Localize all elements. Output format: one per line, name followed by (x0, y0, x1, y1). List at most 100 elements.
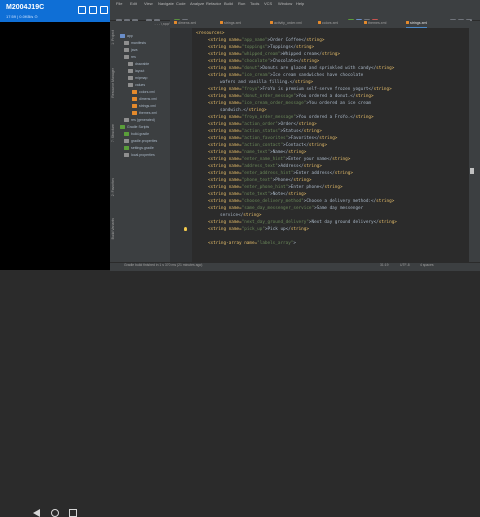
menu-vcs[interactable]: VCS (264, 1, 272, 6)
code-line[interactable]: <string name="phone_text">Phone</string> (208, 177, 312, 184)
menu-edit[interactable]: Edit (130, 1, 137, 6)
code-name: "donut_order_message" (241, 94, 296, 99)
code-line[interactable]: <string name="enter_phone_hint">Enter ph… (208, 184, 343, 191)
side-tab-1[interactable]: Resource Manager (111, 68, 115, 98)
code-line[interactable]: <string name="name_text">Name</string> (208, 149, 306, 156)
menu-code[interactable]: Code (176, 1, 186, 6)
tree-item[interactable]: themes.xml (118, 111, 170, 116)
code-line[interactable]: <string name="ice_cream">Ice cream sandw… (208, 72, 363, 79)
code-text: >Enter address</ (293, 171, 335, 176)
code-line[interactable]: <string name="action_order">Order</strin… (208, 121, 317, 128)
code-line[interactable]: <string name="chocolate">Chocolate</stri… (208, 58, 319, 65)
code-line[interactable]: <string-array name="labels_array"> (208, 240, 296, 247)
code-line[interactable]: <string name="same_day_messenger_service… (208, 205, 363, 212)
xml-file-icon (132, 104, 137, 108)
side-tab-4[interactable]: Build Variants (111, 218, 115, 239)
tree-item[interactable]: manifests (118, 41, 170, 46)
tab-5[interactable]: strings.xml (406, 21, 428, 28)
code-line[interactable]: <string name="froyo_order_message">You o… (208, 114, 374, 121)
code-line[interactable]: <string name="donut_order_message">You o… (208, 93, 374, 100)
tree-item[interactable]: local.properties (118, 153, 170, 158)
status-message[interactable]: Gradle build finished in 1 s 370 ms (21 … (124, 263, 202, 267)
menu-file[interactable]: File (116, 1, 122, 6)
code-line[interactable]: <string name="donut">Donuts are glazed a… (208, 65, 394, 72)
tab-1[interactable]: strings.xml (220, 21, 241, 27)
menu-navigate[interactable]: Navigate (158, 1, 174, 6)
device-title: M2004J19C (6, 4, 45, 11)
tab-0[interactable]: dimens.xml (174, 21, 196, 27)
tree-item[interactable]: app (118, 34, 170, 39)
code-line[interactable]: <string name="note_text">Note</string> (208, 191, 306, 198)
recents-icon[interactable] (69, 509, 77, 517)
menu-window[interactable]: Window (278, 1, 292, 6)
code-text: >You ordered a FroYo.</ (295, 115, 356, 120)
back-icon[interactable] (33, 509, 40, 517)
menu-run[interactable]: Run (238, 1, 245, 6)
tree-item[interactable]: layout (118, 69, 170, 74)
lightbulb-icon[interactable] (184, 227, 187, 231)
code-close: string> (303, 129, 322, 134)
tree-item[interactable]: drawable (118, 62, 170, 67)
tree-item[interactable]: settings.gradle (118, 146, 170, 151)
code-line[interactable]: <string name="toppings">Toppings</string… (208, 44, 314, 51)
tree-item[interactable]: java (118, 48, 170, 53)
side-tab-2[interactable]: 7: Structure (111, 124, 115, 142)
tree-item[interactable]: dimens.xml (118, 97, 170, 102)
code-name: "action_contact" (241, 143, 284, 148)
side-tab-3[interactable]: 2: Favorites (111, 178, 115, 196)
code-line[interactable]: wafers and vanilla filling.</string> (220, 79, 313, 86)
code-tag: <string name= (208, 178, 242, 183)
menu-help[interactable]: Help (296, 1, 304, 6)
code-line[interactable]: <string name="ice_cream_order_message">Y… (208, 100, 371, 107)
minimize-icon[interactable] (78, 6, 86, 14)
code-line[interactable]: <string name="enter_name_hint">Enter you… (208, 156, 350, 163)
tree-item[interactable]: mipmap (118, 76, 170, 81)
code-line[interactable]: <string name="choose_delivery_method">Ch… (208, 198, 394, 205)
tab-2[interactable]: activity_order.xml (270, 21, 302, 27)
settings-icon[interactable] (89, 6, 97, 14)
tree-item[interactable]: colors.xml (118, 90, 170, 95)
code-line[interactable]: <string name="whipped_cream">Whipped cre… (208, 51, 340, 58)
code-line[interactable]: <string name="action_favorites">Favorite… (208, 135, 337, 142)
close-icon[interactable] (100, 6, 108, 14)
code-line[interactable]: sandwich.</string> (220, 107, 267, 114)
menu-build[interactable]: Build (224, 1, 233, 6)
folder-icon (124, 118, 129, 122)
tree-item[interactable]: res (generated) (118, 118, 170, 123)
home-icon[interactable] (51, 509, 59, 517)
tab-label: themes.xml (368, 21, 387, 25)
tree-item[interactable]: res (118, 55, 170, 60)
code-line[interactable]: <string name="froyo">FroYo is premium se… (208, 86, 392, 93)
code-name: "ice_cream" (241, 73, 271, 78)
tree-item[interactable]: values (118, 83, 170, 88)
menu-analyze[interactable]: Analyze (190, 1, 204, 6)
indent-setting[interactable]: 4 spaces (420, 263, 434, 267)
file-encoding[interactable]: UTF-8 (400, 263, 410, 267)
side-tab-0[interactable]: 1: Project (111, 30, 115, 45)
code-line[interactable]: <string name="pick_up">Pick up</string> (208, 226, 309, 233)
tree-item[interactable]: strings.xml (118, 104, 170, 109)
scroll-marker[interactable] (470, 168, 474, 174)
cursor-position[interactable]: 31:19 (380, 263, 389, 267)
menu-refactor[interactable]: Refactor (206, 1, 221, 6)
tree-item[interactable]: Gradle Scripts (118, 125, 170, 130)
code-line[interactable]: <string name="next_day_ground_delivery">… (208, 219, 397, 226)
code-line[interactable]: <resources> (196, 30, 224, 37)
code-line[interactable]: <string name="enter_address_hint">Enter … (208, 170, 353, 177)
tree-item[interactable]: gradle.properties (118, 139, 170, 144)
code-name: "enter_phone_hint" (241, 185, 289, 190)
code-name: "action_favorites" (241, 136, 289, 141)
code-name: "ice_cream_order_message" (241, 101, 307, 106)
code-line[interactable]: service</string> (220, 212, 261, 219)
tree-item[interactable]: build.gradle (118, 132, 170, 137)
code-line[interactable]: <string name="address_text">Address</str… (208, 163, 322, 170)
code-line[interactable]: <string name="app_name">Order Coffee</st… (208, 37, 324, 44)
menu-tools[interactable]: Tools (250, 1, 259, 6)
code-editor[interactable]: <resources> <string name="app_name">Order… (192, 28, 468, 262)
menu-view[interactable]: View (144, 1, 153, 6)
tab-4[interactable]: themes.xml (364, 21, 386, 27)
code-line[interactable]: <string name="action_contact">Contact</s… (208, 142, 327, 149)
code-tag: <string-array name= (208, 241, 258, 246)
code-line[interactable]: <string name="action_status">Status</str… (208, 128, 322, 135)
tab-3[interactable]: colors.xml (318, 21, 338, 27)
